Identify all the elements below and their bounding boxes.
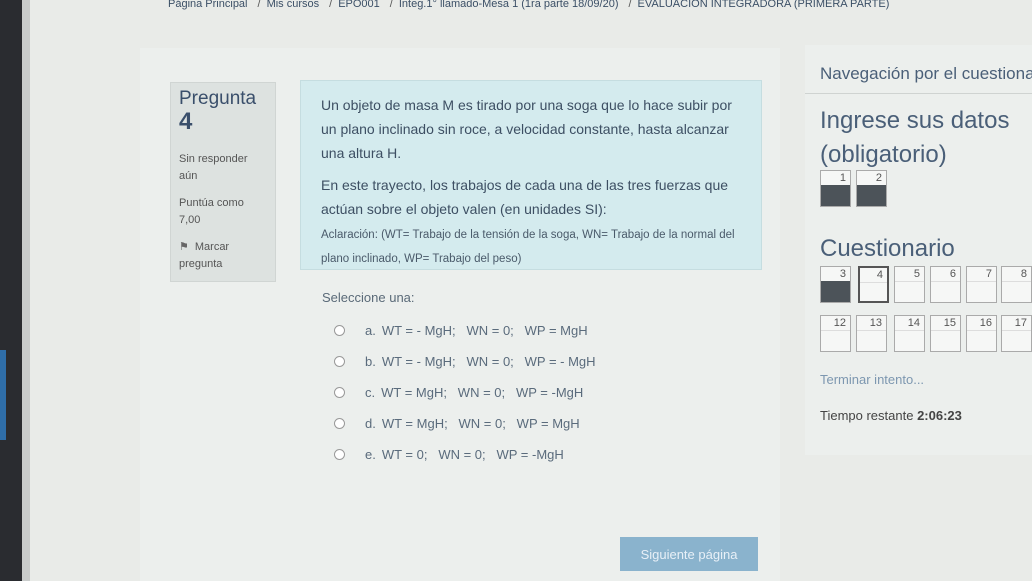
option-text: WT = MgH; WN = 0; WP = -MgH [381, 385, 584, 400]
question-info: Pregunta 4 Sin responder aún Puntúa como… [170, 82, 276, 282]
section-title-quiz: Cuestionario [820, 235, 955, 262]
option-text: WT = 0; WN = 0; WP = -MgH [381, 447, 564, 462]
breadcrumb-course-code[interactable]: EPO001 [338, 0, 380, 10]
option-text: WT = - MgH; WN = 0; WP = MgH [381, 323, 588, 338]
question-nav-button[interactable]: 3 [820, 266, 851, 303]
radio-button[interactable] [334, 449, 345, 460]
question-nav-number: 1 [821, 171, 850, 186]
answer-option-d[interactable]: d. WT = MgH; WN = 0; WP = MgH [322, 408, 742, 439]
question-nav-number: 13 [857, 316, 886, 331]
time-remaining: Tiempo restante 2:06:23 [820, 408, 962, 423]
question-nav-number: 12 [821, 316, 850, 331]
breadcrumb-courses[interactable]: Mis cursos [267, 0, 320, 10]
radio-button[interactable] [334, 387, 345, 398]
question-nav-number: 15 [931, 316, 960, 331]
question-text-box: Un objeto de masa M es tirado por una so… [300, 80, 762, 270]
question-nav-button[interactable]: 13 [856, 315, 887, 352]
answered-indicator [821, 185, 850, 206]
breadcrumb-separator: / [329, 0, 333, 10]
question-note: Aclaración: (WT= Trabajo de la tensión d… [321, 229, 735, 265]
question-status: Sin responder aún [179, 153, 248, 182]
monitor-bezel [0, 0, 30, 581]
radio-button[interactable] [334, 356, 345, 367]
question-nav-button[interactable]: 2 [856, 170, 887, 207]
question-nav-number: 5 [895, 267, 924, 282]
nav-title: Navegación por el cuestionario [820, 64, 1032, 83]
option-letter: a. [365, 323, 376, 338]
option-letter: b. [365, 354, 376, 369]
breadcrumb-separator: / [628, 0, 632, 10]
question-nav-number: 2 [857, 171, 886, 186]
question-text-2: En este trayecto, los trabajos de cada u… [321, 177, 729, 217]
option-letter: c. [365, 385, 376, 400]
question-nav-number: 14 [895, 316, 924, 331]
question-nav-button[interactable]: 8 [1001, 266, 1032, 303]
question-nav-number: 4 [860, 268, 887, 283]
timer-label: Tiempo restante [820, 408, 914, 423]
flag-question-link[interactable]: ⚑ Marcar pregunta [179, 239, 267, 273]
question-nav-number: 8 [1002, 267, 1031, 282]
question-number: 4 [179, 108, 193, 135]
question-nav-button[interactable]: 6 [930, 266, 961, 303]
side-accent [0, 350, 6, 440]
answer-option-c[interactable]: c. WT = MgH; WN = 0; WP = -MgH [322, 377, 742, 408]
answer-option-a[interactable]: a. WT = - MgH; WN = 0; WP = MgH [322, 315, 742, 346]
question-nav-number: 3 [821, 267, 850, 282]
breadcrumb-exam-call[interactable]: Integ.1° llamado-Mesa 1 (1ra parte 18/09… [399, 0, 619, 10]
question-nav-button[interactable]: 5 [894, 266, 925, 303]
answer-option-e[interactable]: e. WT = 0; WN = 0; WP = -MgH [322, 439, 742, 470]
option-letter: d. [365, 416, 376, 431]
finish-attempt-link[interactable]: Terminar intento... [820, 372, 924, 387]
section-title-personal-data: Ingrese sus datos (obligatorio) [820, 107, 1010, 168]
option-letter: e. [365, 447, 376, 462]
question-text: Un objeto de masa M es tirado por una so… [321, 97, 732, 161]
question-label: Pregunta [179, 88, 257, 109]
question-nav-button[interactable]: 12 [820, 315, 851, 352]
breadcrumb-separator: / [257, 0, 261, 10]
breadcrumb-evaluation[interactable]: EVALUACIÓN INTEGRADORA (PRIMERA PARTE) [638, 0, 890, 10]
timer-value: 2:06:23 [917, 408, 962, 423]
question-nav-button[interactable]: 14 [894, 315, 925, 352]
option-text: WT = - MgH; WN = 0; WP = - MgH [381, 354, 596, 369]
answer-option-b[interactable]: b. WT = - MgH; WN = 0; WP = - MgH [322, 346, 742, 377]
answer-block: Seleccione una: a. WT = - MgH; WN = 0; W… [322, 290, 742, 470]
radio-button[interactable] [334, 418, 345, 429]
question-nav-button[interactable]: 16 [966, 315, 997, 352]
question-nav-number: 7 [967, 267, 996, 282]
question-nav-button-current[interactable]: 4 [858, 266, 889, 303]
breadcrumb-home[interactable]: Página Principal [168, 0, 248, 10]
question-nav-number: 6 [931, 267, 960, 282]
answered-indicator [821, 281, 850, 302]
next-page-button[interactable]: Siguiente página [620, 537, 758, 571]
select-prompt: Seleccione una: [322, 290, 415, 305]
question-nav-button[interactable]: 15 [930, 315, 961, 352]
flag-icon: ⚑ [179, 241, 189, 253]
breadcrumb: Página Principal / Mis cursos / EPO001 / Integ… [168, 0, 893, 10]
radio-button[interactable] [334, 325, 345, 336]
question-nav-button[interactable]: 1 [820, 170, 851, 207]
breadcrumb-separator: / [389, 0, 393, 10]
question-grade: Puntúa como 7,00 [179, 197, 244, 226]
question-nav-button[interactable]: 7 [966, 266, 997, 303]
question-nav-number: 16 [967, 316, 996, 331]
question-nav-number: 17 [1002, 316, 1031, 331]
answered-indicator [857, 185, 886, 206]
option-text: WT = MgH; WN = 0; WP = MgH [381, 416, 580, 431]
question-nav-button[interactable]: 17 [1001, 315, 1032, 352]
